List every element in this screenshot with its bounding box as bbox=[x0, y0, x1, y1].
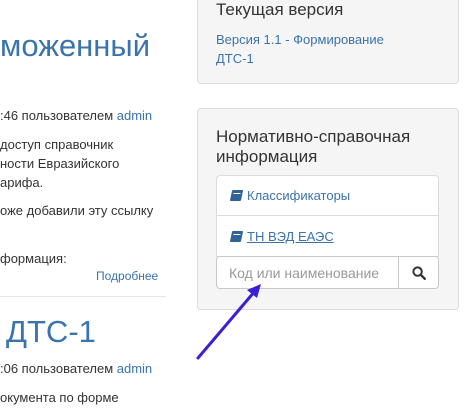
arrow-shaft bbox=[196, 289, 257, 360]
annotation-arrow bbox=[196, 284, 261, 360]
